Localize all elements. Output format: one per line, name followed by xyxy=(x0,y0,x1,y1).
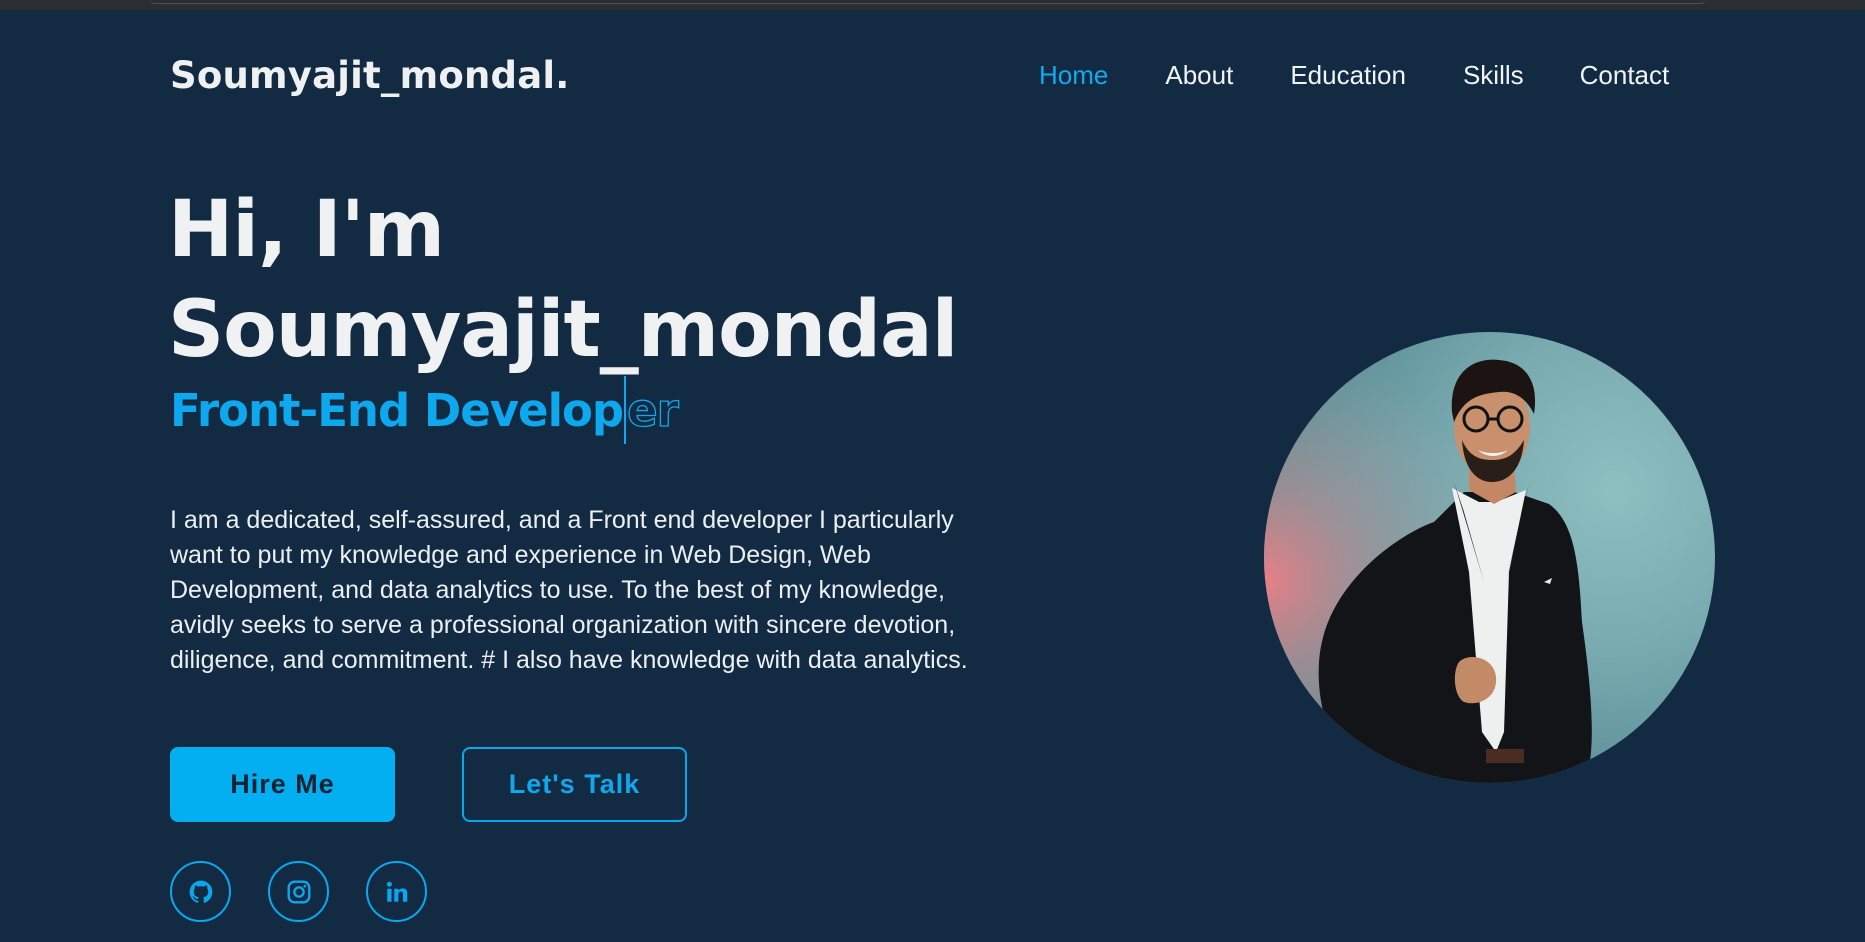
instagram-icon xyxy=(287,880,310,903)
portfolio-page: Soumyajit_mondal. Home About Education S… xyxy=(0,10,1865,942)
linkedin-link[interactable] xyxy=(366,861,427,922)
lets-talk-button[interactable]: Let's Talk xyxy=(462,747,687,822)
nav-contact[interactable]: Contact xyxy=(1580,60,1670,91)
main-nav: Home About Education Skills Contact xyxy=(1039,60,1669,91)
linkedin-icon xyxy=(386,881,407,902)
site-logo[interactable]: Soumyajit_mondal. xyxy=(170,54,570,97)
hero-heading: Hi, I'm Soumyajit_mondal xyxy=(168,180,958,380)
instagram-link[interactable] xyxy=(268,861,329,922)
role-typewriter: Front-End Developer xyxy=(170,376,680,448)
nav-home[interactable]: Home xyxy=(1039,60,1108,91)
nav-about[interactable]: About xyxy=(1165,60,1233,91)
hero-bio: I am a dedicated, self-assured, and a Fr… xyxy=(170,506,968,674)
typing-caret xyxy=(624,376,627,444)
person-illustration xyxy=(1264,332,1715,783)
github-icon xyxy=(189,880,212,903)
github-link[interactable] xyxy=(170,861,231,922)
nav-education[interactable]: Education xyxy=(1290,60,1406,91)
nav-skills[interactable]: Skills xyxy=(1463,60,1524,91)
hero-name: Soumyajit_mondal xyxy=(168,285,958,375)
social-links xyxy=(170,861,427,922)
role-outline-text: er xyxy=(626,383,679,437)
hero-greeting: Hi, I'm xyxy=(168,185,445,275)
hire-me-button[interactable]: Hire Me xyxy=(170,747,395,822)
browser-top-edge xyxy=(0,0,1865,10)
browser-frame-curve xyxy=(150,0,1705,4)
profile-photo xyxy=(1264,332,1715,783)
role-typed-text: Front-End Develop xyxy=(170,384,624,437)
